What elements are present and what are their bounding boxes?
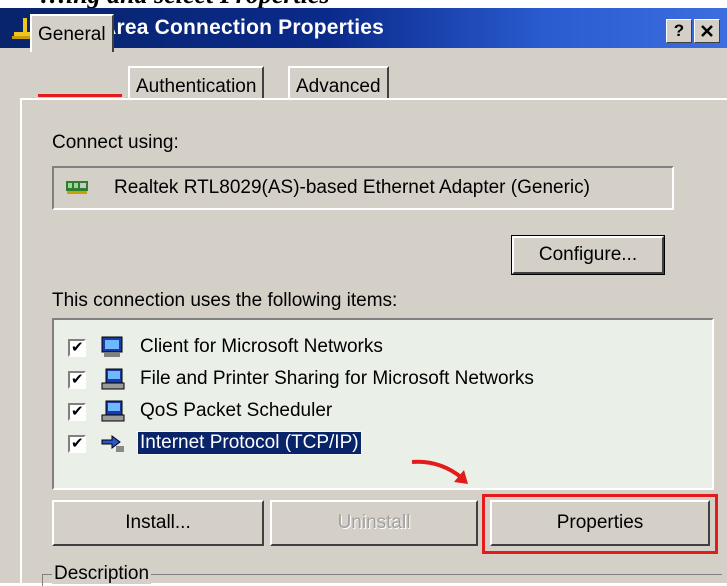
list-item-internet-protocol-tcp-ip[interactable]: Internet Protocol (TCP/IP)	[64, 430, 704, 458]
list-item-client-for-microsoft-networks[interactable]: Client for Microsoft Networks	[64, 334, 704, 362]
components-list[interactable]: Client for Microsoft Networks File and P…	[52, 318, 714, 490]
connect-using-label: Connect using:	[52, 132, 179, 153]
network-adapter-icon	[66, 181, 88, 194]
network-service-icon	[101, 368, 125, 390]
caption-text: …ing and select Properties	[40, 0, 330, 8]
close-button[interactable]	[694, 19, 720, 43]
install-button[interactable]: Install...	[52, 500, 264, 546]
list-item-label: File and Printer Sharing for Microsoft N…	[140, 368, 534, 389]
configure-button[interactable]: Configure...	[511, 235, 665, 275]
item-checkbox[interactable]	[68, 370, 86, 389]
adapter-field: Realtek RTL8029(AS)-based Ethernet Adapt…	[52, 166, 674, 210]
network-client-icon	[101, 336, 123, 357]
tab-advanced[interactable]: Advanced	[288, 66, 389, 100]
annotation-highlight-box	[482, 494, 718, 554]
description-label: Description	[52, 563, 152, 584]
list-item-qos-packet-scheduler[interactable]: QoS Packet Scheduler	[64, 398, 704, 426]
tab-general-label: General	[38, 24, 106, 45]
list-item-label: Client for Microsoft Networks	[140, 336, 383, 357]
item-checkbox[interactable]	[68, 402, 86, 421]
tab-authentication[interactable]: Authentication	[128, 66, 265, 100]
help-button[interactable]: ?	[666, 19, 692, 43]
list-item-file-and-printer-sharing[interactable]: File and Printer Sharing for Microsoft N…	[64, 366, 704, 394]
annotation-arrow-icon	[411, 459, 468, 484]
list-item-label: Internet Protocol (TCP/IP)	[137, 431, 362, 455]
uninstall-button[interactable]: Uninstall	[270, 500, 478, 546]
item-checkbox[interactable]	[68, 434, 86, 453]
adapter-name: Realtek RTL8029(AS)-based Ethernet Adapt…	[114, 177, 590, 198]
item-checkbox[interactable]	[68, 338, 86, 357]
tab-authentication-label: Authentication	[136, 76, 257, 97]
network-service-icon	[101, 400, 125, 422]
protocol-icon	[101, 435, 124, 452]
caption-strip: …ing and select Properties	[0, 0, 727, 8]
list-item-label: QoS Packet Scheduler	[140, 400, 333, 421]
tab-general[interactable]: General	[30, 14, 114, 52]
close-icon	[701, 25, 713, 37]
annotation-underline	[38, 94, 122, 97]
items-section-label: This connection uses the following items…	[52, 290, 398, 311]
tab-advanced-label: Advanced	[296, 76, 381, 97]
